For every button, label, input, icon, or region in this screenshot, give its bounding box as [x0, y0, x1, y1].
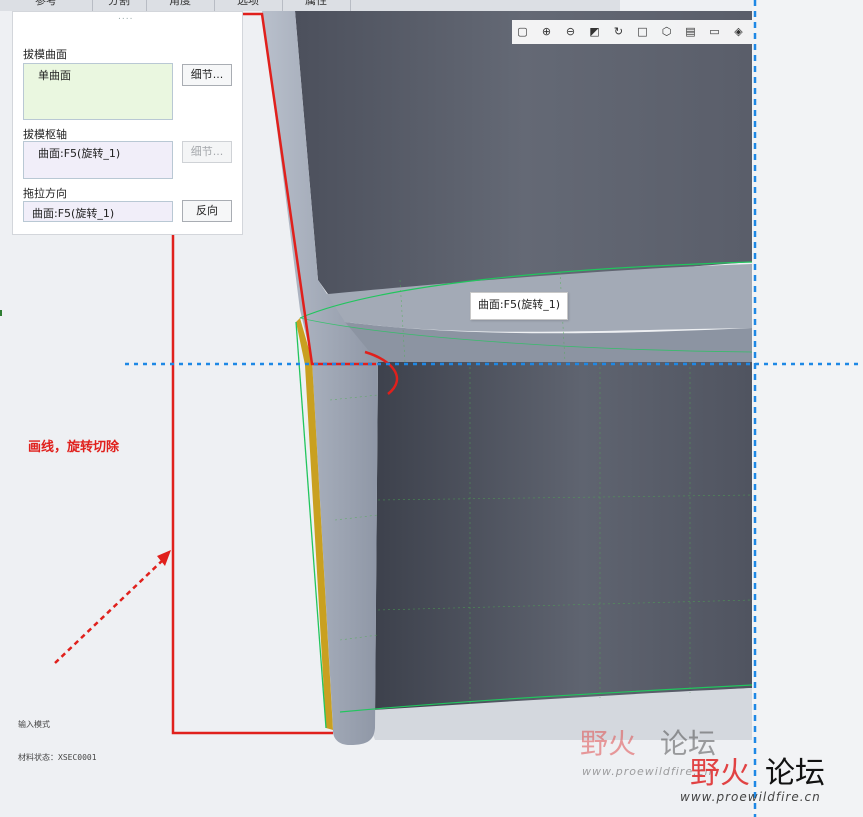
- pull-direction-value: 曲面:F5(旋转_1): [32, 207, 115, 220]
- draft-hinge-value: 曲面:F5(旋转_1): [38, 147, 121, 160]
- watermark-text: 论坛: [765, 756, 825, 791]
- annotation-text: 画线，旋转切除: [28, 440, 120, 455]
- material-status-note: 材料状态：XSEC0001: [18, 753, 97, 762]
- spin-icon[interactable]: ↻: [611, 24, 626, 39]
- zoom-in-icon[interactable]: ⊕: [539, 24, 554, 39]
- draft-surface-value: 单曲面: [38, 69, 71, 82]
- appearance-icon[interactable]: ◈: [731, 24, 746, 39]
- saved-views-icon[interactable]: □: [635, 24, 650, 39]
- draft-surface-details-button[interactable]: 细节...: [182, 64, 232, 86]
- view-manager-icon[interactable]: ▭: [707, 24, 722, 39]
- draft-hinge-details-button[interactable]: 细节...: [182, 141, 232, 163]
- zoom-fit-icon[interactable]: ▢: [515, 24, 530, 39]
- datum-display-icon[interactable]: ▤: [683, 24, 698, 39]
- watermark-logo: 野火: [690, 756, 750, 791]
- reorient-icon[interactable]: ◩: [587, 24, 602, 39]
- draft-hinge-collector[interactable]: 曲面:F5(旋转_1): [23, 141, 173, 179]
- flip-direction-button[interactable]: 反向: [182, 200, 232, 222]
- pull-direction-collector[interactable]: 曲面:F5(旋转_1): [23, 201, 173, 222]
- watermark-logo-faint: 野火: [580, 727, 637, 760]
- zoom-out-icon[interactable]: ⊖: [563, 24, 578, 39]
- input-mode-note: 输入模式: [18, 720, 50, 729]
- pull-direction-label: 拖拉方向: [23, 187, 67, 200]
- draft-hinge-label: 拔模枢轴: [23, 128, 67, 141]
- panel-grip[interactable]: ....: [118, 12, 133, 22]
- draft-surface-collector[interactable]: 单曲面: [23, 63, 173, 120]
- display-style-icon[interactable]: ⬡: [659, 24, 674, 39]
- draft-surface-label: 拔模曲面: [23, 48, 67, 61]
- hover-tooltip: 曲面:F5(旋转_1): [470, 292, 568, 320]
- watermark-url: www.proewildfire.cn: [680, 790, 821, 804]
